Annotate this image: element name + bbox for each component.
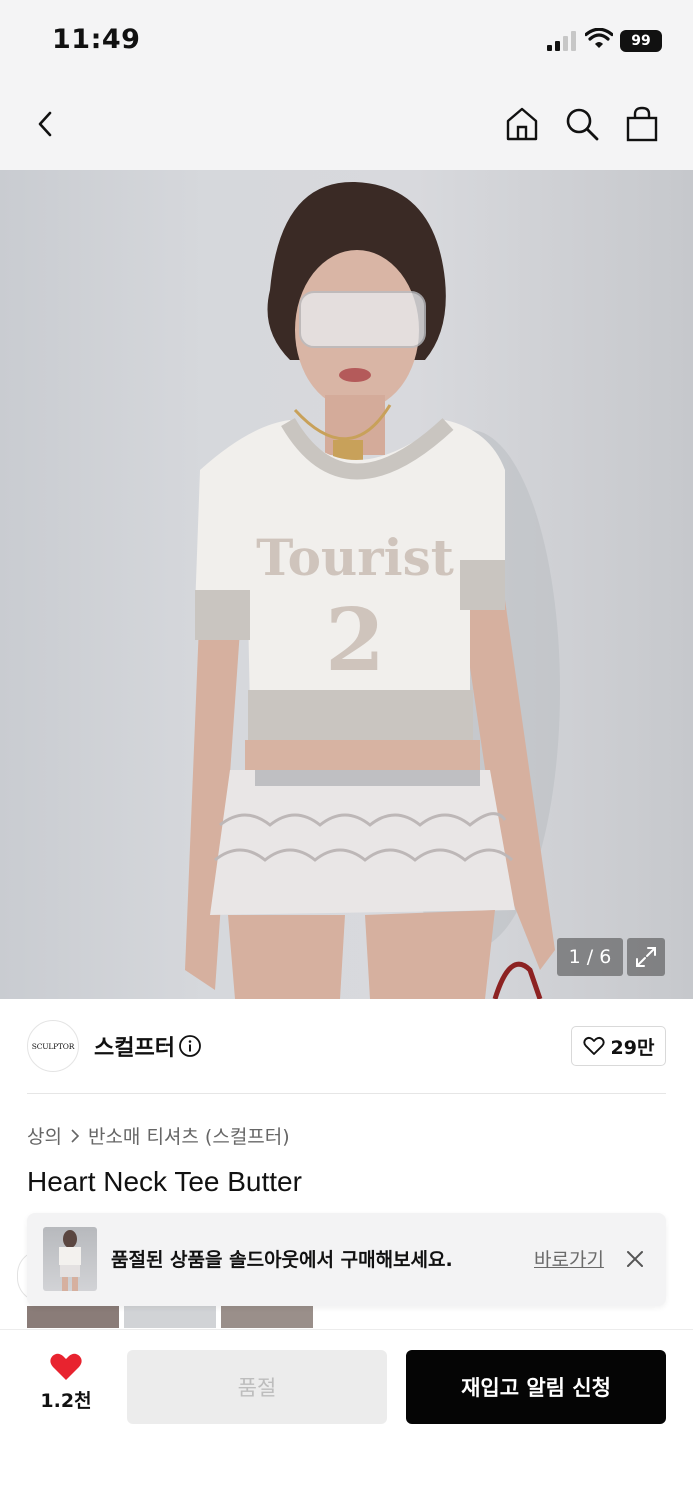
wishlist-button[interactable]: 1.2천 <box>30 1352 102 1424</box>
thumbnail-3[interactable] <box>221 1306 313 1328</box>
status-time: 11:49 <box>52 24 141 55</box>
close-icon[interactable] <box>623 1247 647 1271</box>
home-button[interactable] <box>500 102 544 146</box>
cart-button[interactable] <box>620 102 664 146</box>
brand-name[interactable]: 스컬프터 <box>94 1030 175 1062</box>
banner-message: 품절된 상품을 솔드아웃에서 구매해보세요. <box>111 1249 453 1271</box>
battery-indicator: 99 <box>620 30 662 52</box>
banner-product-image <box>59 1230 81 1291</box>
restock-alert-button[interactable]: 재입고 알림 신청 <box>406 1350 666 1424</box>
product-photo: Tourist 2 <box>185 181 560 999</box>
image-counter: 1 / 6 <box>557 938 623 976</box>
heart-outline-icon <box>582 1036 605 1055</box>
wishlist-count: 1.2천 <box>40 1390 92 1412</box>
banner-thumbnail <box>43 1227 97 1291</box>
expand-icon <box>636 947 656 967</box>
breadcrumb: 상의 반소매 티셔츠 (스컬프터) <box>27 1122 290 1149</box>
banner-shortcut-link[interactable]: 바로가기 <box>534 1245 604 1272</box>
soldout-button[interactable]: 품절 <box>127 1350 387 1424</box>
divider <box>27 1093 666 1094</box>
svg-text:Tourist: Tourist <box>256 528 454 587</box>
expand-image-button[interactable] <box>627 938 665 976</box>
thumbnail-2[interactable] <box>124 1306 216 1328</box>
back-button[interactable] <box>24 102 68 146</box>
cellular-signal-icon <box>547 31 576 51</box>
brand-like-count: 29만 <box>610 1036 655 1059</box>
chevron-right-icon <box>71 1128 80 1143</box>
breadcrumb-category[interactable]: 상의 <box>27 1122 62 1149</box>
soldout-banner: 품절된 상품을 솔드아웃에서 구매해보세요. 바로가기 <box>27 1213 666 1306</box>
status-bar: 11:49 99 <box>0 0 693 80</box>
info-icon[interactable] <box>178 1034 202 1058</box>
chevron-left-icon <box>38 111 52 137</box>
product-image[interactable]: Tourist 2 <box>0 170 693 999</box>
shopping-bag-icon <box>626 106 658 142</box>
heart-filled-icon <box>50 1353 82 1380</box>
search-button[interactable] <box>560 102 604 146</box>
home-icon <box>506 107 538 141</box>
thumbnail-strip <box>27 1306 317 1328</box>
brand-logo[interactable]: SCULPTOR <box>27 1020 79 1072</box>
breadcrumb-subcategory[interactable]: 반소매 티셔츠 (스컬프터) <box>88 1122 290 1149</box>
product-title: Heart Neck Tee Butter <box>27 1166 302 1197</box>
thumbnail-1[interactable] <box>27 1306 119 1328</box>
top-navigation <box>0 80 693 170</box>
search-icon <box>566 108 599 141</box>
brand-like-button[interactable]: 29만 <box>571 1026 666 1066</box>
bottom-action-bar: 1.2천 품절 재입고 알림 신청 <box>0 1329 693 1500</box>
svg-text:2: 2 <box>325 590 385 691</box>
wifi-icon <box>585 28 613 48</box>
